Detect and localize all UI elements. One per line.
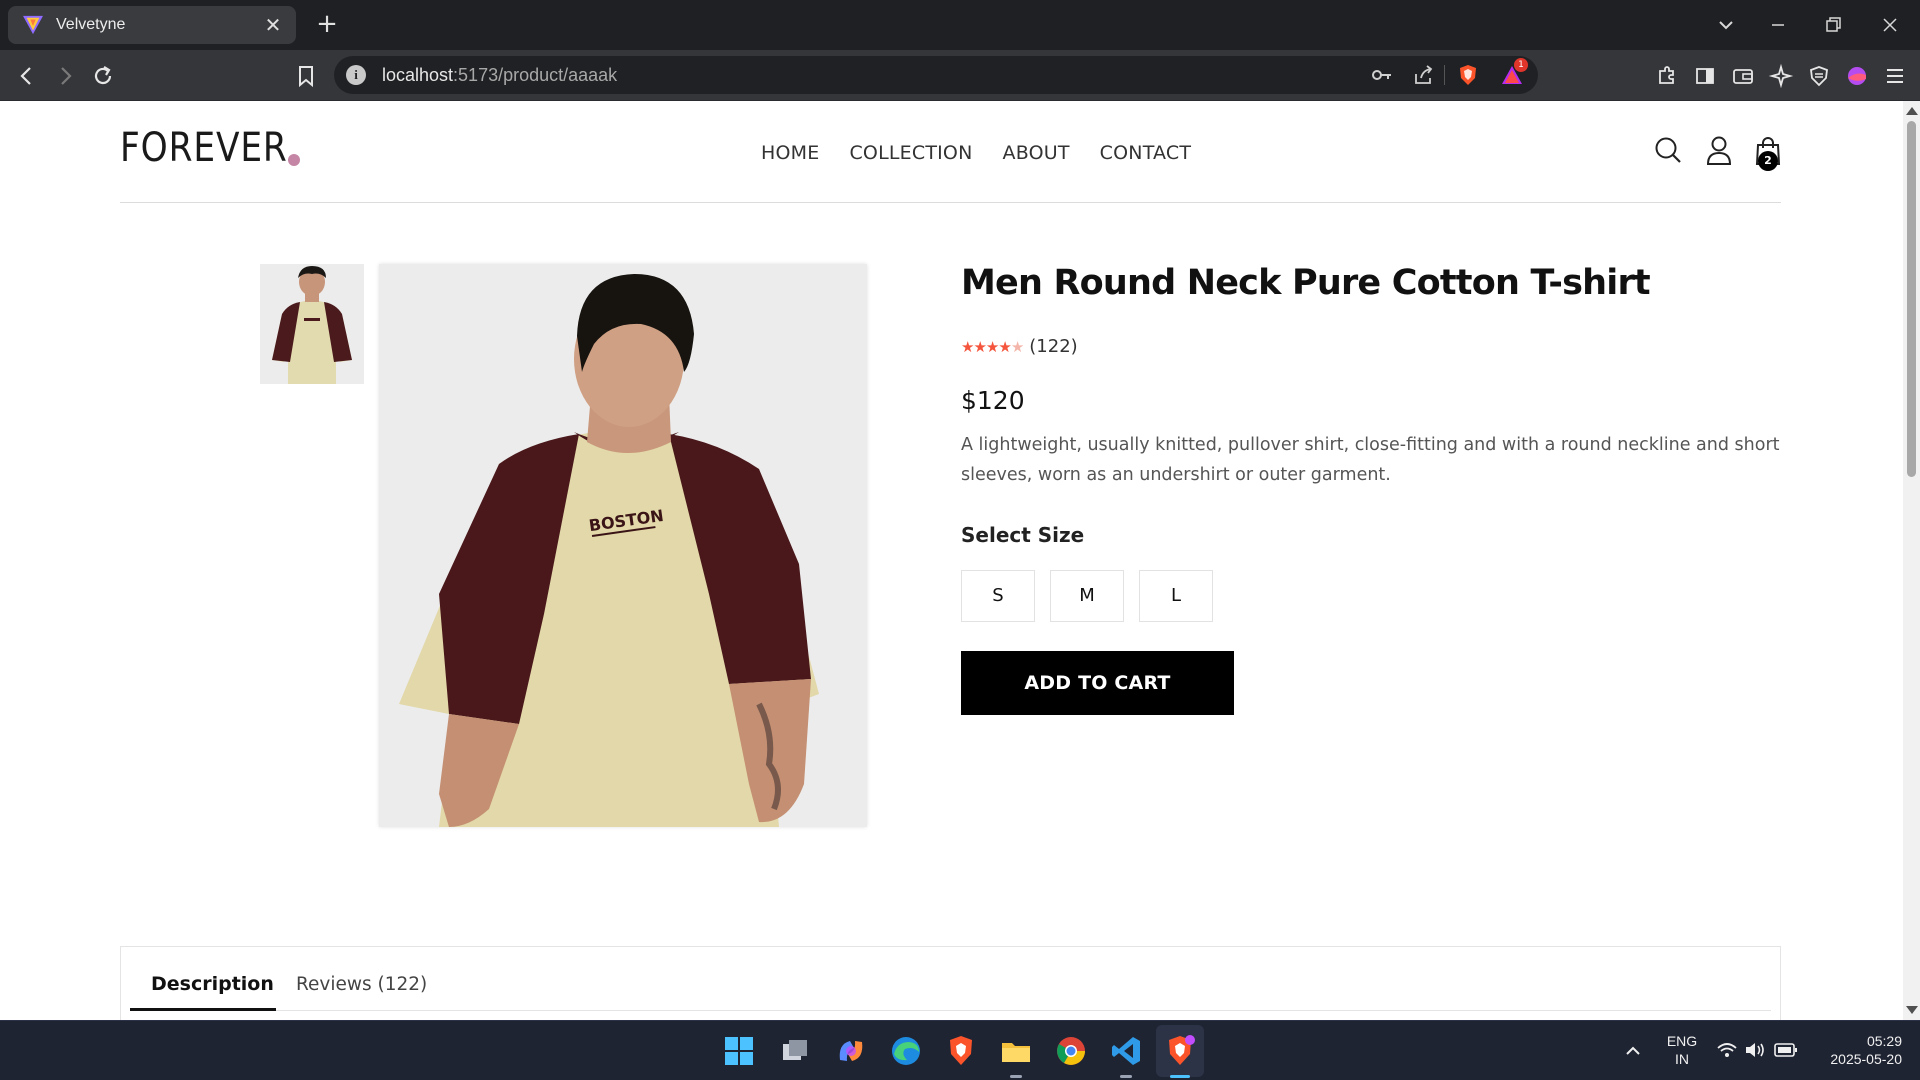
nav-home[interactable]: HOME	[761, 142, 819, 164]
volume-icon[interactable]	[1744, 1041, 1766, 1059]
minimize-icon[interactable]	[1758, 10, 1798, 40]
size-button-l[interactable]: L	[1139, 570, 1213, 622]
url-text: localhost:5173/product/aaaak	[382, 65, 618, 85]
windows-taskbar: ENG IN 05:29 2025-05-20	[0, 1020, 1920, 1080]
product-title: Men Round Neck Pure Cotton T-shirt	[961, 263, 1651, 303]
tab-close-icon[interactable]: ✕	[260, 12, 286, 38]
omnibox-divider	[1444, 65, 1445, 85]
chrome-icon[interactable]	[1054, 1034, 1088, 1068]
battery-icon[interactable]	[1774, 1042, 1798, 1058]
tray-chevron-up-icon[interactable]	[1624, 1043, 1642, 1057]
reload-icon[interactable]	[88, 61, 118, 91]
menu-hamburger-icon[interactable]	[1880, 61, 1910, 91]
bookmark-icon[interactable]	[291, 61, 321, 91]
task-view-icon[interactable]	[778, 1034, 812, 1068]
product-description: A lightweight, usually knitted, pullover…	[961, 435, 1780, 485]
site-logo[interactable]: FOREVER	[120, 127, 315, 169]
star-filled-icon: ★	[985, 337, 999, 356]
star-filled-icon: ★	[961, 337, 974, 356]
tab-description[interactable]: Description	[151, 973, 274, 995]
restore-icon[interactable]	[1813, 10, 1853, 40]
size-button-s[interactable]: S	[961, 570, 1035, 622]
browser-tab-strip: Velvetyne ✕ +	[0, 0, 1920, 50]
brave-active-indicator	[1170, 1075, 1190, 1078]
product-main-image[interactable]: BOSTON	[379, 264, 867, 827]
explorer-running-indicator	[1010, 1075, 1022, 1078]
new-tab-button[interactable]: +	[312, 10, 342, 40]
logo-dot	[288, 154, 300, 166]
brave-active-icon[interactable]	[1163, 1034, 1197, 1068]
clock[interactable]: 05:29 2025-05-20	[1810, 1032, 1902, 1068]
wallet-icon[interactable]	[1728, 61, 1758, 91]
size-label: Select Size	[961, 523, 1085, 547]
nav-about[interactable]: ABOUT	[1003, 142, 1070, 164]
main-nav: HOME COLLECTION ABOUT CONTACT	[761, 142, 1191, 164]
tab-reviews[interactable]: Reviews (122)	[296, 974, 427, 995]
vpn-shield-icon[interactable]	[1804, 61, 1834, 91]
product-rating: ★★★★★ (122)	[961, 336, 1078, 357]
review-count: (122)	[1029, 336, 1078, 357]
logo-text: FOREVER	[120, 125, 288, 171]
star-empty-icon: ★	[1010, 337, 1024, 356]
brave-shields-icon[interactable]	[1456, 64, 1480, 86]
copilot-icon[interactable]	[834, 1034, 868, 1068]
add-to-cart-button[interactable]: ADD TO CART	[961, 651, 1234, 715]
page-viewport: FOREVER HOME COLLECTION ABOUT CONTACT 2	[0, 101, 1903, 1020]
nav-contact[interactable]: CONTACT	[1100, 142, 1192, 164]
profile-icon[interactable]	[1704, 135, 1734, 167]
product-price: $120	[961, 386, 1025, 415]
profile-avatar-icon[interactable]	[1842, 61, 1872, 91]
brave-taskbar-icon[interactable]	[944, 1034, 978, 1068]
active-tab-underline	[130, 1008, 276, 1011]
tab-search-chevron-icon[interactable]	[1706, 10, 1746, 40]
size-button-m[interactable]: M	[1050, 570, 1124, 622]
tab-title: Velvetyne	[56, 16, 126, 33]
vscode-running-indicator	[1120, 1075, 1132, 1078]
extensions-icon[interactable]	[1652, 61, 1682, 91]
cart-count-badge: 2	[1758, 151, 1778, 171]
search-icon[interactable]	[1653, 135, 1683, 165]
sidebar-toggle-icon[interactable]	[1690, 61, 1720, 91]
header-divider	[120, 202, 1781, 203]
star-filled-icon: ★	[973, 337, 986, 356]
vite-favicon-icon	[23, 15, 43, 35]
rating-stars-icon: ★★★★★	[961, 337, 1024, 356]
browser-toolbar: i localhost:5173/product/aaaak 1	[0, 50, 1920, 101]
product-photo: BOSTON	[379, 264, 867, 827]
star-filled-icon: ★	[998, 337, 1011, 356]
file-explorer-icon[interactable]	[999, 1034, 1033, 1068]
windows-start-icon[interactable]	[722, 1034, 756, 1068]
language-indicator[interactable]: ENG IN	[1664, 1032, 1700, 1068]
nav-collection[interactable]: COLLECTION	[849, 142, 972, 164]
thumbnail-image	[260, 264, 364, 384]
scroll-thumb[interactable]	[1907, 121, 1916, 477]
browser-tab[interactable]: Velvetyne ✕	[8, 6, 296, 44]
edge-icon[interactable]	[889, 1034, 923, 1068]
share-icon[interactable]	[1412, 64, 1436, 86]
rewards-badge: 1	[1514, 58, 1528, 72]
page-scrollbar[interactable]	[1903, 101, 1920, 1020]
leo-ai-icon[interactable]	[1766, 61, 1796, 91]
size-options: S M L	[961, 570, 1213, 622]
site-info-icon[interactable]: i	[346, 65, 366, 85]
password-key-icon[interactable]	[1370, 64, 1394, 86]
scroll-up-icon[interactable]	[1906, 107, 1918, 115]
tabs-divider	[130, 1010, 1771, 1011]
product-thumbnail[interactable]	[260, 264, 364, 384]
scroll-down-icon[interactable]	[1906, 1006, 1918, 1014]
close-window-icon[interactable]	[1870, 10, 1910, 40]
vscode-icon[interactable]	[1109, 1034, 1143, 1068]
back-icon[interactable]	[12, 61, 42, 91]
wifi-icon[interactable]	[1716, 1041, 1738, 1059]
forward-icon[interactable]	[50, 61, 80, 91]
address-bar[interactable]: i localhost:5173/product/aaaak 1	[334, 56, 1538, 94]
